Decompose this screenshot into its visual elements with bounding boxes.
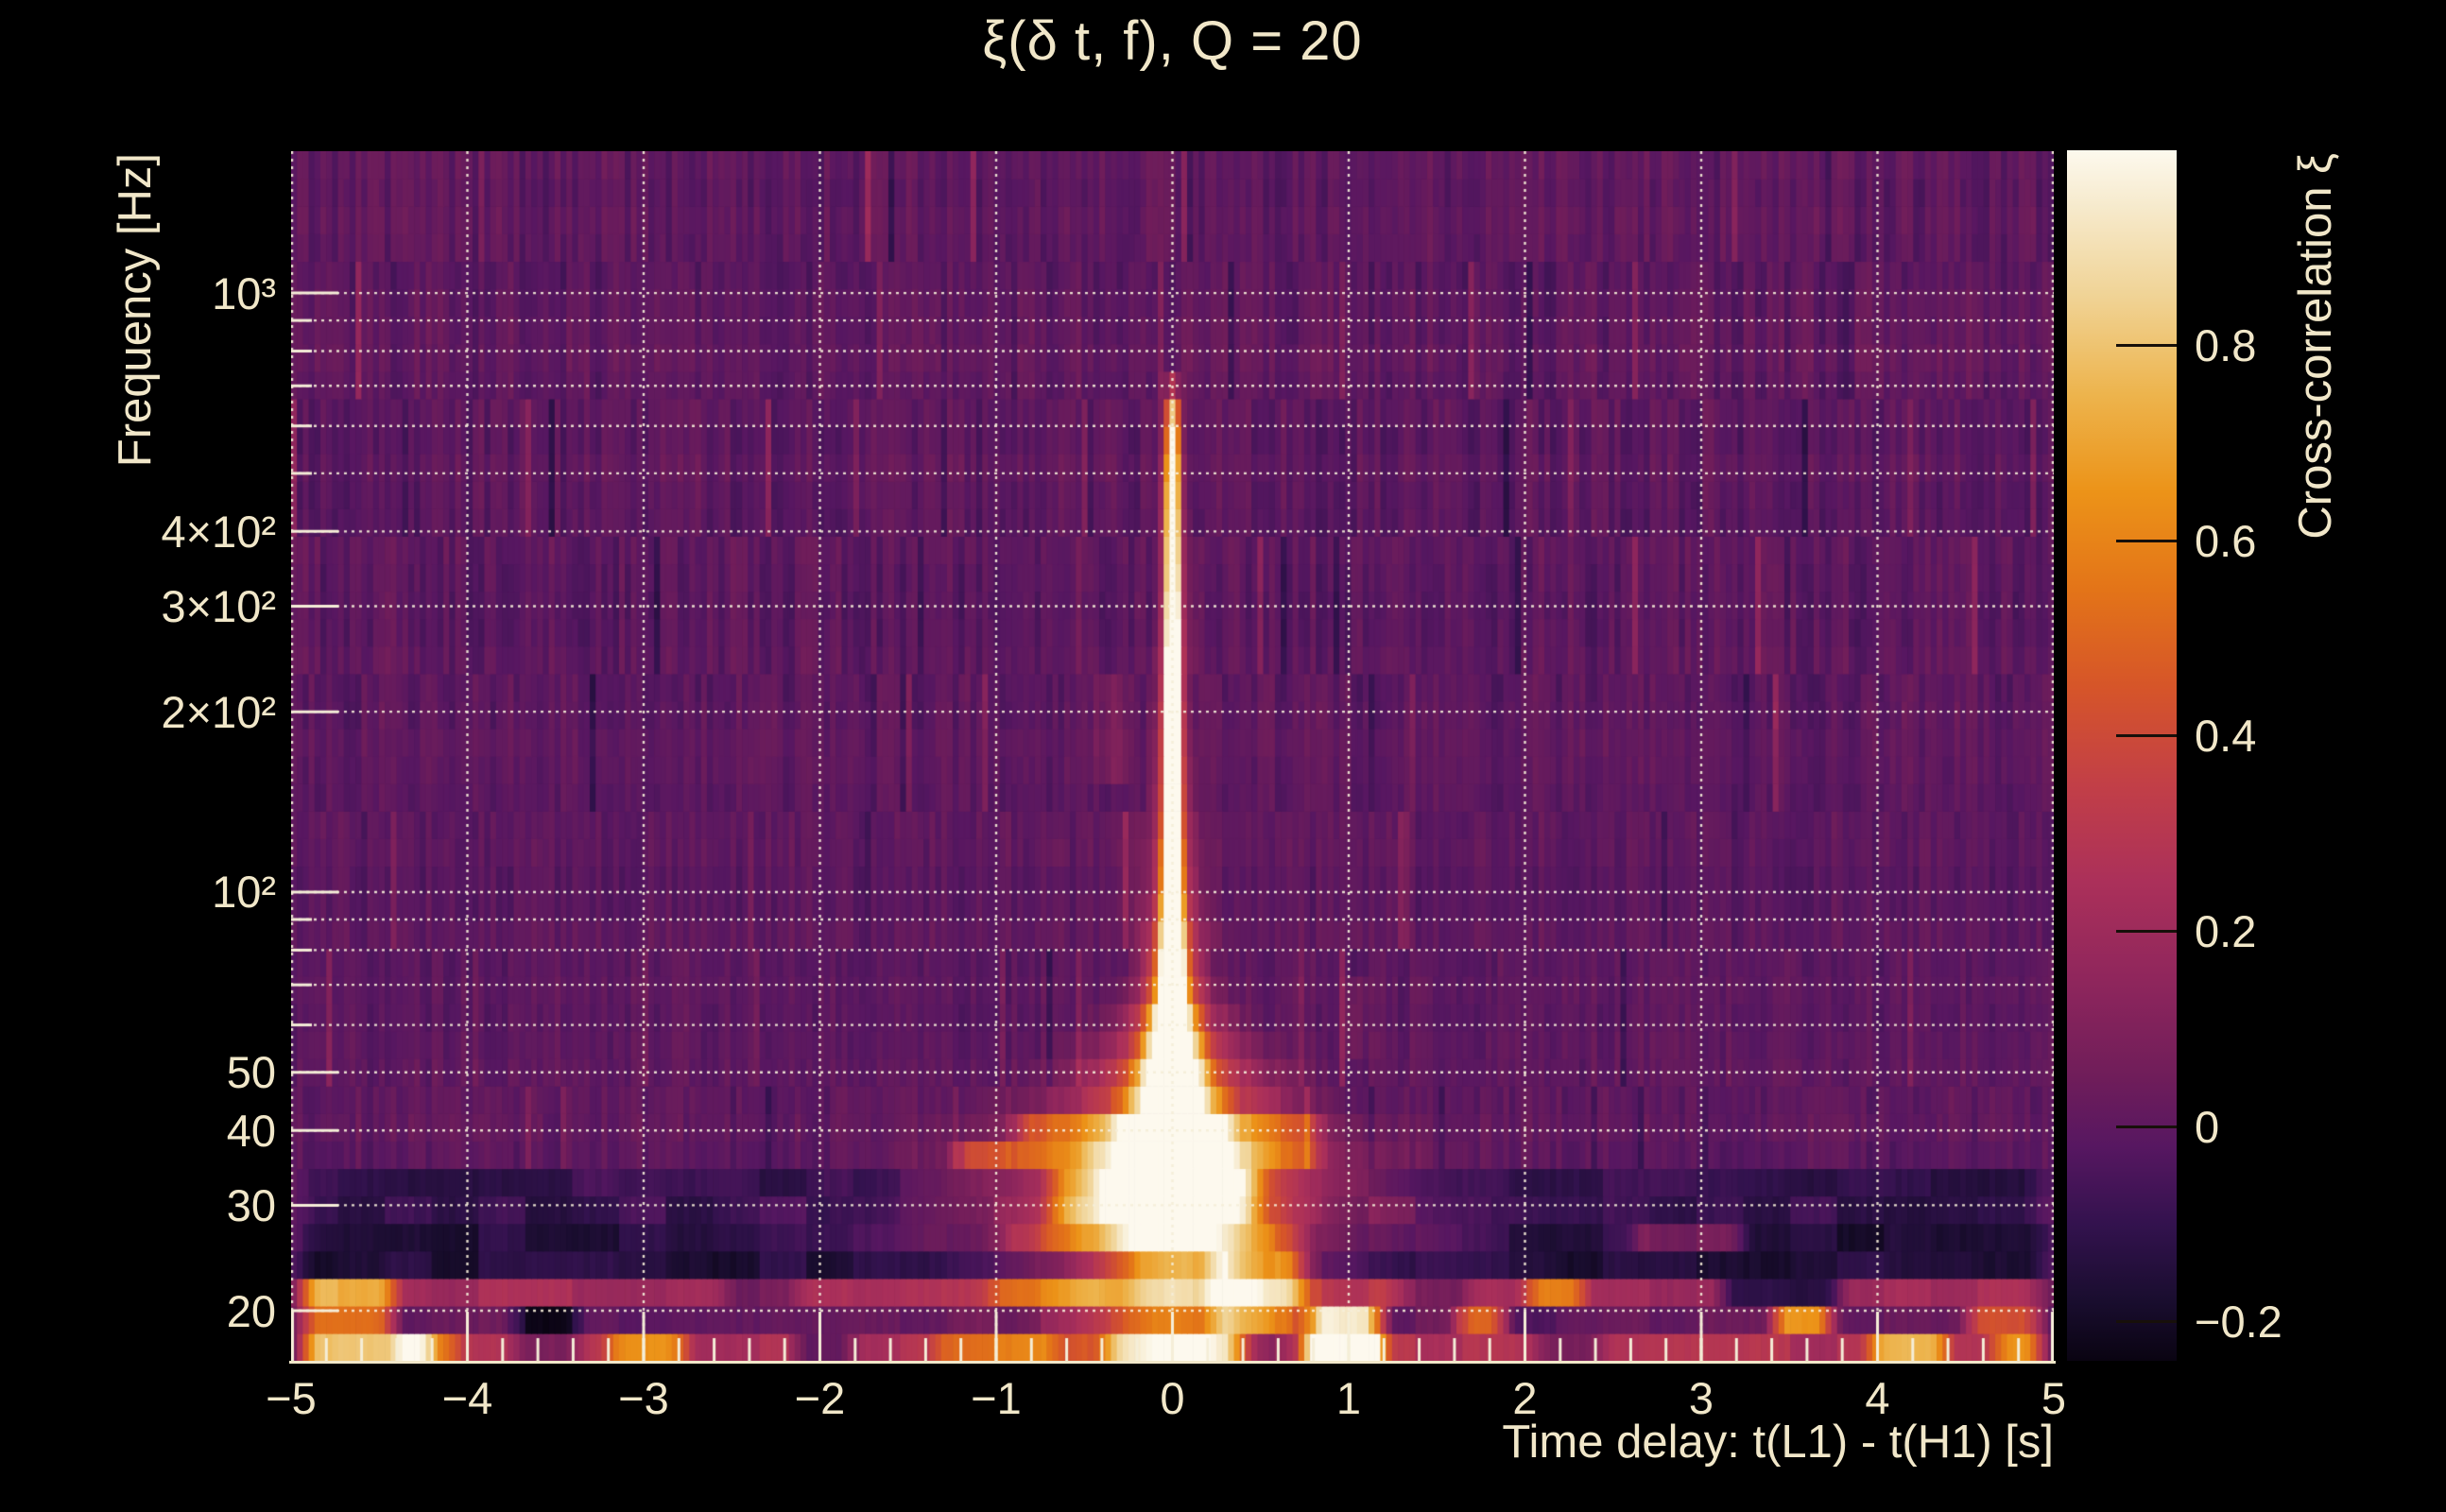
colorbar-tick-label-0.4: 0.4 <box>2195 708 2421 765</box>
heatmap-canvas <box>291 151 2054 1361</box>
colorbar-tick-mark <box>2116 734 2177 737</box>
colorbar-tick-mark <box>2116 1125 2177 1128</box>
colorbar-tick-mark <box>2116 1320 2177 1323</box>
y-tick-label-200: 2×10² <box>30 683 276 740</box>
colorbar-tick-label-−0.2: −0.2 <box>2195 1294 2421 1350</box>
x-tick-label-0: 0 <box>1107 1372 1239 1424</box>
x-tick-label-5: 5 <box>1988 1372 2120 1424</box>
x-tick-label-−1: −1 <box>930 1372 1062 1424</box>
colorbar-tick-mark <box>2116 344 2177 347</box>
y-tick-label-30: 30 <box>30 1177 276 1233</box>
colorbar-tick-label-0: 0 <box>2195 1098 2421 1155</box>
colorbar-tick-mark <box>2116 930 2177 933</box>
colorbar-title: Cross-correlation ξ <box>2287 153 2344 1193</box>
y-tick-label-1000: 10³ <box>30 265 276 321</box>
colorbar-tick-label-0.6: 0.6 <box>2195 512 2421 569</box>
y-tick-label-20: 20 <box>30 1282 276 1339</box>
y-tick-label-300: 3×10² <box>30 578 276 635</box>
x-tick-label-−5: −5 <box>225 1372 357 1424</box>
x-tick-label-1: 1 <box>1283 1372 1415 1424</box>
x-tick-label-−3: −3 <box>577 1372 710 1424</box>
y-tick-label-400: 4×10² <box>30 503 276 559</box>
x-tick-label-4: 4 <box>1812 1372 1944 1424</box>
colorbar-gradient <box>2067 150 2177 1361</box>
colorbar-tick-mark <box>2116 540 2177 542</box>
x-axis-line <box>289 1361 2056 1364</box>
y-tick-label-100: 10² <box>30 864 276 920</box>
x-tick-label-−2: −2 <box>754 1372 887 1424</box>
colorbar-tick-label-0.8: 0.8 <box>2195 318 2421 374</box>
y-tick-label-40: 40 <box>30 1102 276 1159</box>
colorbar-tick-label-0.2: 0.2 <box>2195 902 2421 959</box>
x-tick-label-2: 2 <box>1459 1372 1592 1424</box>
y-tick-label-50: 50 <box>30 1044 276 1101</box>
plot-title: ξ(δ t, f), Q = 20 <box>291 9 2054 73</box>
x-tick-label-3: 3 <box>1635 1372 1767 1424</box>
figure-canvas: ξ(δ t, f), Q = 20 Time delay: t(L1) - t(… <box>0 0 2446 1512</box>
x-tick-label-−4: −4 <box>402 1372 534 1424</box>
